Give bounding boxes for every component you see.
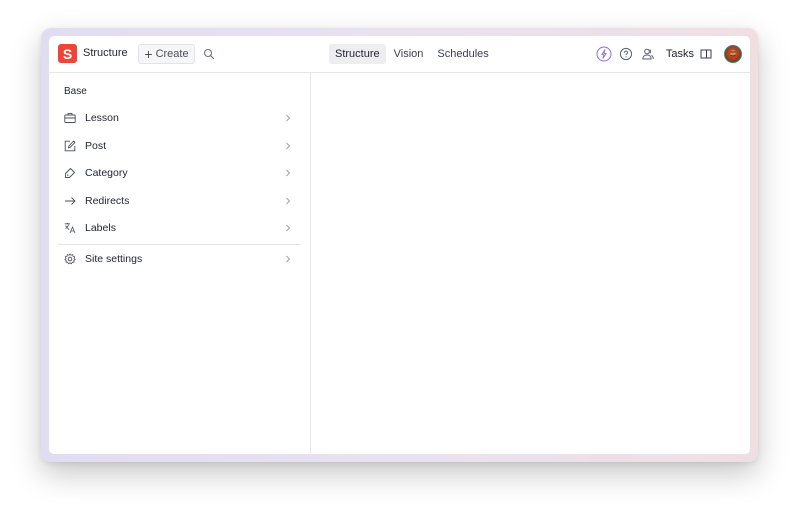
tab-schedules[interactable]: Schedules — [431, 44, 494, 64]
main-content-pane — [311, 73, 750, 454]
sidebar-item-lesson[interactable]: Lesson — [58, 106, 301, 130]
app-title[interactable]: Structure — [83, 47, 128, 59]
window-frame: S Structure + Create Structure Vision Sc… — [41, 28, 758, 462]
tasks-button[interactable]: Tasks — [666, 48, 694, 60]
gear-icon — [64, 253, 76, 265]
chevron-right-icon — [285, 254, 291, 264]
logo-letter: S — [62, 45, 73, 62]
plus-icon: + — [144, 45, 153, 62]
briefcase-icon — [64, 112, 76, 124]
section-title: Base — [64, 86, 87, 97]
chevron-right-icon — [285, 223, 291, 233]
sidebar-item-redirects[interactable]: Redirects — [58, 189, 301, 213]
tag-icon — [64, 167, 76, 179]
chevron-right-icon — [285, 168, 291, 178]
avatar-face-icon — [730, 50, 736, 57]
tab-vision[interactable]: Vision — [388, 44, 430, 64]
chevron-right-icon — [285, 196, 291, 206]
search-icon[interactable] — [203, 48, 215, 60]
sidebar-item-label: Site settings — [85, 253, 143, 265]
bolt-icon[interactable] — [596, 46, 612, 62]
sidebar-panel-icon[interactable] — [698, 46, 714, 62]
sidebar-item-post[interactable]: Post — [58, 134, 301, 158]
sidebar-item-label: Category — [85, 167, 128, 179]
sidebar-item-category[interactable]: Category — [58, 161, 301, 185]
chevron-right-icon — [285, 141, 291, 151]
sidebar-item-label: Labels — [85, 222, 116, 234]
translate-icon — [64, 222, 76, 234]
sidebar-item-site-settings[interactable]: Site settings — [58, 247, 301, 271]
edit-icon — [64, 140, 76, 152]
app-logo[interactable]: S — [58, 44, 77, 63]
sidebar-item-label: Post — [85, 139, 107, 152]
sidebar: Base Lesson Post Category Redirects Labe… — [49, 73, 311, 454]
sidebar-item-label: Lesson — [85, 112, 119, 124]
tab-structure[interactable]: Structure — [329, 44, 386, 64]
main-nav: Structure Vision Schedules — [329, 44, 495, 64]
arrow-right-icon — [64, 195, 76, 207]
help-icon[interactable] — [618, 46, 634, 62]
studio-window: S Structure + Create Structure Vision Sc… — [49, 36, 750, 454]
sidebar-divider — [58, 244, 301, 245]
sidebar-item-labels[interactable]: Labels — [58, 216, 301, 240]
top-navbar: S Structure + Create Structure Vision Sc… — [49, 36, 750, 73]
users-icon[interactable] — [640, 46, 656, 62]
chevron-right-icon — [285, 113, 291, 123]
user-avatar[interactable] — [724, 45, 742, 63]
create-label: Create — [155, 48, 189, 60]
create-button[interactable]: + Create — [138, 44, 195, 64]
sidebar-item-label: Redirects — [85, 194, 130, 207]
right-toolbar: Tasks — [596, 44, 742, 64]
